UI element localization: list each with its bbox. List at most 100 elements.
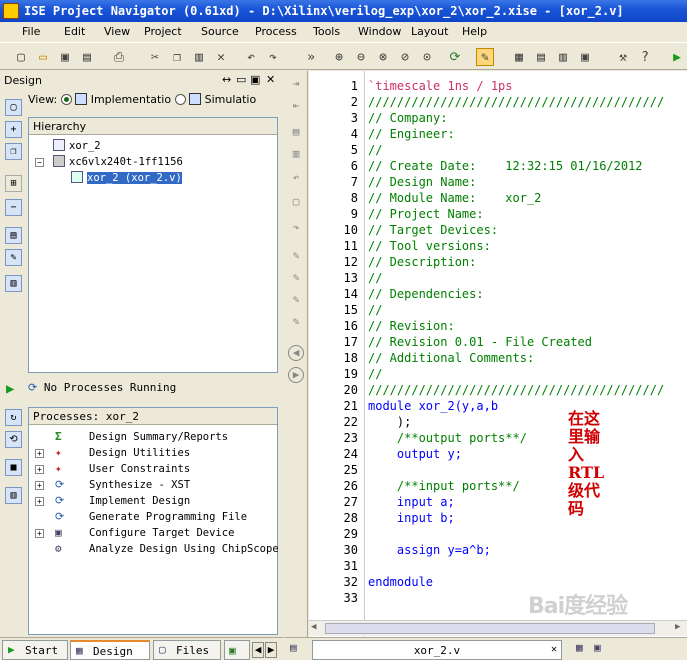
rerun-icon[interactable]: ↻ <box>5 409 22 426</box>
save-icon[interactable]: ▣ <box>56 48 74 66</box>
new-file-icon[interactable]: ▢ <box>12 48 30 66</box>
tree-collapse-icon[interactable]: − <box>35 158 44 167</box>
pin-tool-icon[interactable]: ✎ <box>476 48 494 66</box>
tree-item-project[interactable]: xor_2 <box>53 139 101 154</box>
editor-horizontal-scrollbar[interactable]: ◀ ▶ <box>309 620 687 636</box>
redo-icon[interactable]: ↷ <box>264 48 282 66</box>
panel-layout-icon[interactable]: ▥ <box>5 275 22 292</box>
marker-toggle-icon[interactable]: ✎ <box>288 249 304 265</box>
process-item[interactable]: Design Utilities <box>89 445 190 461</box>
tree-item-device[interactable]: xc6vlx240t-1ff1156 <box>53 155 183 170</box>
indent-icon[interactable]: ⇥ <box>288 77 304 93</box>
new-source-icon[interactable]: ▢ <box>5 99 22 116</box>
menu-file[interactable]: File <box>22 25 40 38</box>
menu-view[interactable]: View <box>104 25 130 38</box>
menu-process[interactable]: Process <box>255 25 297 38</box>
nav-forward-icon[interactable]: ▶ <box>288 367 304 383</box>
run-icon[interactable]: ▶ <box>668 48 686 66</box>
uncomment-icon[interactable]: ▥ <box>288 147 304 163</box>
panel-icon-1[interactable]: ▦ <box>576 641 583 654</box>
expand-icon[interactable]: + <box>35 465 44 474</box>
zoom-fit-icon[interactable]: ⊗ <box>374 48 392 66</box>
menu-window[interactable]: Window <box>358 25 401 38</box>
edit-source-icon[interactable]: ✎ <box>5 249 22 266</box>
remove-source-icon[interactable]: − <box>5 199 22 216</box>
goto-line-icon[interactable]: ↷ <box>288 221 304 237</box>
undo-icon[interactable]: ↶ <box>242 48 260 66</box>
panel-close-icon[interactable]: ✕ <box>266 73 275 86</box>
menu-layout[interactable]: Layout <box>411 25 448 38</box>
layout-cascade-icon[interactable]: ▦ <box>510 48 528 66</box>
cut-icon[interactable]: ✂ <box>146 48 164 66</box>
marker-prev-icon[interactable]: ✎ <box>288 293 304 309</box>
process-item[interactable]: Synthesize - XST <box>89 477 190 493</box>
menu-source[interactable]: Source <box>201 25 239 38</box>
open-folder-icon[interactable]: ▭ <box>34 48 52 66</box>
toolbar-overflow-icon[interactable]: » <box>302 48 320 66</box>
expand-icon[interactable]: + <box>35 529 44 538</box>
process-item[interactable]: Design Summary/Reports <box>89 429 228 445</box>
process-item[interactable]: Generate Programming File <box>89 509 247 525</box>
implementation-radio[interactable] <box>60 94 72 105</box>
scroll-thumb[interactable] <box>325 623 655 634</box>
menu-help[interactable]: Help <box>462 25 487 38</box>
tree-item-source[interactable]: xor_2 (xor_2.v) <box>71 171 182 186</box>
print-icon[interactable]: ⎙ <box>110 48 128 66</box>
find-icon[interactable]: ⊙ <box>418 48 436 66</box>
menu-project[interactable]: Project <box>144 25 182 38</box>
paste-icon[interactable]: ▥ <box>190 48 208 66</box>
process-item[interactable]: User Constraints <box>89 461 190 477</box>
tab-files[interactable]: ▢ Files <box>153 640 221 660</box>
code-editor[interactable]: 1 2 3 4 5 6 7 8 9 10 11 12 13 14 15 16 17 18 19 20 21 22 23 24 2… <box>309 71 687 637</box>
nav-back-icon[interactable]: ◀ <box>288 345 304 361</box>
zoom-in-icon[interactable]: ⊕ <box>330 48 348 66</box>
marker-next-icon[interactable]: ✎ <box>288 271 304 287</box>
bookmark-icon[interactable]: ▢ <box>288 195 304 211</box>
add-source-icon[interactable]: + <box>5 121 22 138</box>
expand-icon[interactable]: + <box>35 449 44 458</box>
panel-move-icon[interactable]: ↔ <box>222 73 231 86</box>
panel-float-icon[interactable]: ▭ <box>236 73 246 86</box>
rerun-all-icon[interactable]: ⟲ <box>5 431 22 448</box>
panel-maximize-icon[interactable]: ▣ <box>250 73 260 86</box>
tab-design[interactable]: ▦ Design <box>70 640 150 660</box>
insert-template-icon[interactable]: ↶ <box>288 171 304 187</box>
comment-icon[interactable]: ▤ <box>288 125 304 141</box>
process-item[interactable]: Implement Design <box>89 493 190 509</box>
run-process-icon[interactable]: ▶ <box>6 381 14 397</box>
outdent-icon[interactable]: ⇤ <box>288 99 304 115</box>
hierarchy-view-icon[interactable]: ⊞ <box>5 175 22 192</box>
expand-icon[interactable]: + <box>35 481 44 490</box>
scroll-left-icon[interactable]: ◀ <box>311 622 316 632</box>
menu-edit[interactable]: Edit <box>64 25 85 38</box>
layout-vertical-icon[interactable]: ▥ <box>554 48 572 66</box>
menu-tools[interactable]: Tools <box>313 25 340 38</box>
layout-float-icon[interactable]: ▣ <box>576 48 594 66</box>
process-item[interactable]: Analyze Design Using ChipScope <box>89 541 279 557</box>
copy-icon[interactable]: ❐ <box>168 48 186 66</box>
marker-clear-icon[interactable]: ✎ <box>288 315 304 331</box>
layout-horizontal-icon[interactable]: ▤ <box>532 48 550 66</box>
file-tab[interactable]: xor_2.v ✕ <box>312 640 562 660</box>
zoom-out-icon[interactable]: ⊖ <box>352 48 370 66</box>
wrench-icon[interactable]: ⚒ <box>614 48 632 66</box>
save-all-icon[interactable]: ▤ <box>78 48 96 66</box>
source-properties-icon[interactable]: ▤ <box>5 227 22 244</box>
add-copy-source-icon[interactable]: ❐ <box>5 143 22 160</box>
help-cursor-icon[interactable]: ? <box>636 48 654 66</box>
tab-libraries[interactable]: ▣ <box>224 640 250 660</box>
expand-icon[interactable]: + <box>35 497 44 506</box>
tab-scroll-right-icon[interactable]: ▶ <box>265 642 277 658</box>
file-tab-close-icon[interactable]: ✕ <box>551 644 557 655</box>
simulation-radio[interactable] <box>174 94 186 105</box>
tab-scroll-left-icon[interactable]: ◀ <box>252 642 264 658</box>
stop-icon[interactable]: ■ <box>5 459 22 476</box>
tab-start[interactable]: ▶ Start <box>2 640 68 660</box>
process-layout-icon[interactable]: ▥ <box>5 487 22 504</box>
panel-icon-2[interactable]: ▣ <box>594 641 601 654</box>
delete-icon[interactable]: ✕ <box>212 48 230 66</box>
refresh-icon[interactable]: ⟳ <box>446 48 464 66</box>
zoom-select-icon[interactable]: ⊘ <box>396 48 414 66</box>
scroll-right-icon[interactable]: ▶ <box>675 622 680 632</box>
process-item[interactable]: Configure Target Device <box>89 525 234 541</box>
